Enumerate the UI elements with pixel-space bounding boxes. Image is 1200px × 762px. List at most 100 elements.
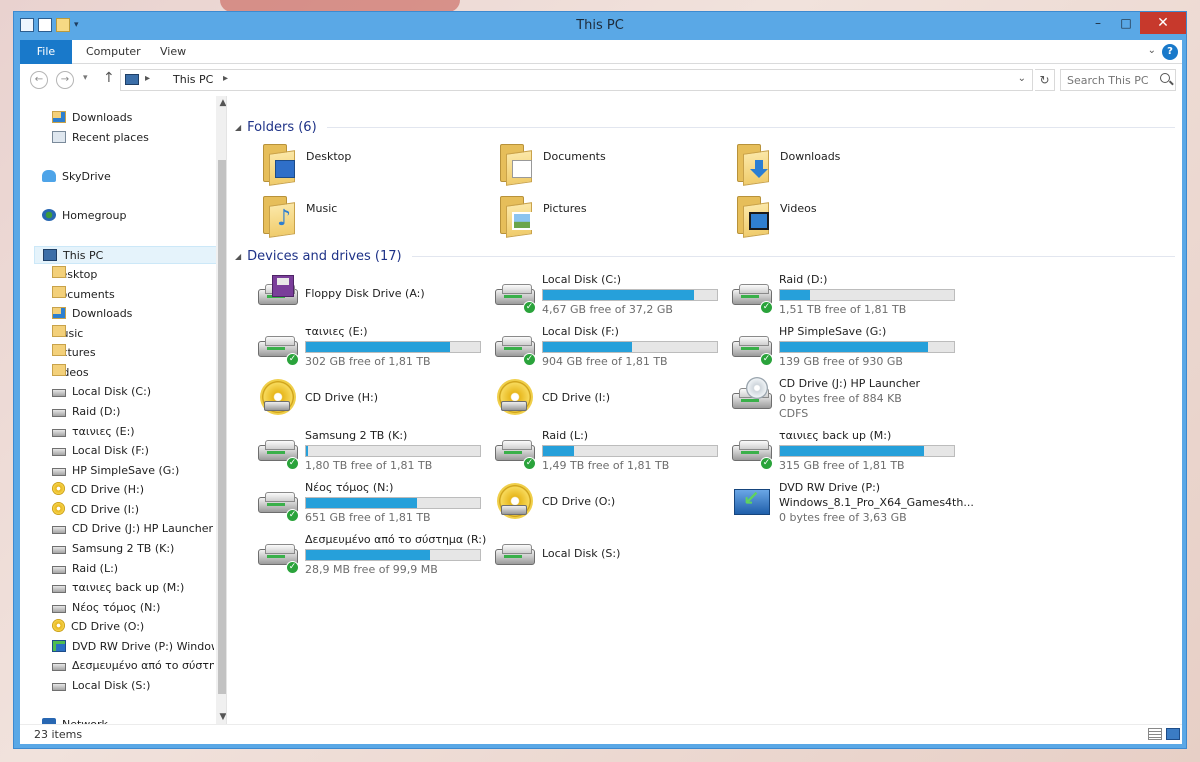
drive-icon: ✓ [256,435,300,470]
tab-view[interactable]: View [160,40,186,64]
nav-item[interactable]: CD Drive (I:) [52,501,214,519]
collapse-icon[interactable]: ◢ [235,123,241,132]
drive-item[interactable]: CD Drive (I:) [493,375,729,423]
folder-item[interactable]: Pictures [496,194,732,242]
breadcrumb-separator-icon[interactable]: ▸ [145,73,150,84]
nav-item[interactable]: Desktop [52,266,214,284]
drive-item[interactable]: CD Drive (J:) HP Launcher 0 bytes free of… [730,375,966,423]
drive-item[interactable]: DVD RW Drive (P:) Windows_8.1_Pro_X64_Gam… [730,479,974,527]
nav-item[interactable]: This PC [34,246,220,264]
drive-item[interactable]: CD Drive (H:) [256,375,492,423]
drive-item[interactable]: ✓ Raid (L:) 1,49 TB free of 1,81 TB [493,427,729,475]
folder-item[interactable]: Documents [496,142,732,190]
nav-item[interactable]: Νέος τόμος (N:) [52,599,214,617]
nav-item[interactable]: HP SimpleSave (G:) [52,462,214,480]
nav-item[interactable]: Local Disk (C:) [52,383,214,401]
nav-item-label: Downloads [72,307,133,320]
drive-item[interactable]: ✓ Local Disk (C:) 4,67 GB free of 37,2 GB [493,271,729,319]
dvd-icon [52,640,66,652]
maximize-button[interactable]: □ [1112,12,1140,34]
search-icon[interactable] [1160,73,1170,83]
group-header-folders[interactable]: ◢ Folders (6) [235,117,1175,137]
drive-icon [256,275,300,309]
nav-scrollbar[interactable] [216,110,226,720]
nav-item[interactable]: Pictures [52,344,214,362]
up-button[interactable]: ↑ [103,70,115,86]
large-icons-view-icon[interactable] [1166,728,1180,740]
details-view-icon[interactable] [1148,728,1162,740]
address-bar[interactable]: ▸ This PC ▸ ⌄ [120,69,1033,91]
nav-item[interactable]: Videos [52,364,214,382]
recent-locations-icon[interactable]: ▾ [83,73,88,83]
folder-item[interactable]: Desktop [259,142,495,190]
nav-item[interactable]: SkyDrive [42,168,214,186]
folder-item[interactable]: Downloads [733,142,969,190]
disk-icon [52,683,66,691]
nav-item[interactable]: ταινιες (E:) [52,423,214,441]
disk-icon [52,663,66,671]
drive-item[interactable]: ✓ ταινιες back up (M:) 315 GB free of 1,81… [730,427,966,475]
back-button[interactable]: ← [30,71,48,89]
floppy-icon [272,275,294,297]
drive-free-space: 4,67 GB free of 37,2 GB [542,303,673,316]
search-input[interactable] [1061,70,1151,90]
nav-item[interactable]: Raid (D:) [52,403,214,421]
close-button[interactable]: ✕ [1140,12,1186,34]
disk-icon [52,429,66,437]
drive-free-space: 1,80 TB free of 1,81 TB [305,459,433,472]
drive-item[interactable]: ✓ Νέος τόμος (N:) 651 GB free of 1,81 TB [256,479,492,527]
breadcrumb-this-pc[interactable]: This PC [173,73,213,86]
tab-computer[interactable]: Computer [86,40,141,64]
nav-item[interactable]: Music [52,325,214,343]
nav-item[interactable]: Δεσμευμένο από το σύστημ [52,657,214,675]
drive-item[interactable]: ✓ Local Disk (F:) 904 GB free of 1,81 TB [493,323,729,371]
drive-item[interactable]: Floppy Disk Drive (A:) [256,271,492,319]
search-box[interactable] [1060,69,1176,91]
folder-item[interactable]: Videos [733,194,969,242]
nav-item[interactable]: Local Disk (F:) [52,442,214,460]
nav-item[interactable]: DVD RW Drive (P:) Windows_ [52,638,214,656]
drive-item[interactable]: ✓ Raid (D:) 1,51 TB free of 1,81 TB [730,271,966,319]
cd-icon [52,502,65,515]
address-dropdown-icon[interactable]: ⌄ [1018,73,1026,84]
nav-item[interactable]: Network [42,716,214,724]
group-header-devices[interactable]: ◢ Devices and drives (17) [235,246,1175,266]
folder-icon [733,194,775,238]
drive-item[interactable]: ✓ ταινιες (E:) 302 GB free of 1,81 TB [256,323,492,371]
usage-bar [305,341,481,353]
minimize-button[interactable]: – [1084,12,1112,34]
usage-bar-fill [780,446,925,456]
nav-item[interactable]: Downloads [52,109,214,127]
breadcrumb-separator-icon[interactable]: ▸ [223,73,228,84]
window-controls: – □ ✕ [1084,12,1186,34]
nav-item[interactable]: CD Drive (O:) [52,618,214,636]
nav-item[interactable]: Recent places [52,129,214,147]
collapse-icon[interactable]: ◢ [235,252,241,261]
nav-item[interactable]: ταινιες back up (M:) [52,579,214,597]
drive-item[interactable]: ✓ Samsung 2 TB (K:) 1,80 TB free of 1,81 T… [256,427,492,475]
folder-item[interactable]: Music [259,194,495,242]
drive-name: Floppy Disk Drive (A:) [305,287,425,300]
nav-item[interactable]: Raid (L:) [52,560,214,578]
nav-item[interactable]: Homegroup [42,207,214,225]
nav-item[interactable]: CD Drive (H:) [52,481,214,499]
refresh-button[interactable]: ↻ [1035,69,1055,91]
drive-item[interactable]: ✓ Δεσμευμένο από το σύστημα (R:) 28,9 MB f… [256,531,492,579]
scroll-up-button[interactable]: ▲ [216,96,226,110]
nav-item-label: CD Drive (O:) [71,620,145,633]
nav-item[interactable]: Local Disk (S:) [52,677,214,695]
expand-ribbon-icon[interactable]: ⌄ [1148,45,1156,56]
help-icon[interactable]: ? [1162,44,1178,60]
nav-item[interactable]: Downloads [52,305,214,323]
drive-item[interactable]: CD Drive (O:) [493,479,729,527]
nav-item[interactable]: Samsung 2 TB (K:) [52,540,214,558]
folder-label: Documents [543,150,606,163]
scroll-down-button[interactable]: ▼ [216,710,226,724]
scrollbar-thumb[interactable] [218,160,226,694]
drive-item[interactable]: ✓ HP SimpleSave (G:) 139 GB free of 930 GB [730,323,966,371]
drive-item[interactable]: Local Disk (S:) [493,531,729,579]
tab-file[interactable]: File [20,40,72,64]
nav-item[interactable]: CD Drive (J:) HP Launcher [52,520,214,538]
forward-button[interactable]: → [56,71,74,89]
nav-item[interactable]: Documents [52,286,214,304]
